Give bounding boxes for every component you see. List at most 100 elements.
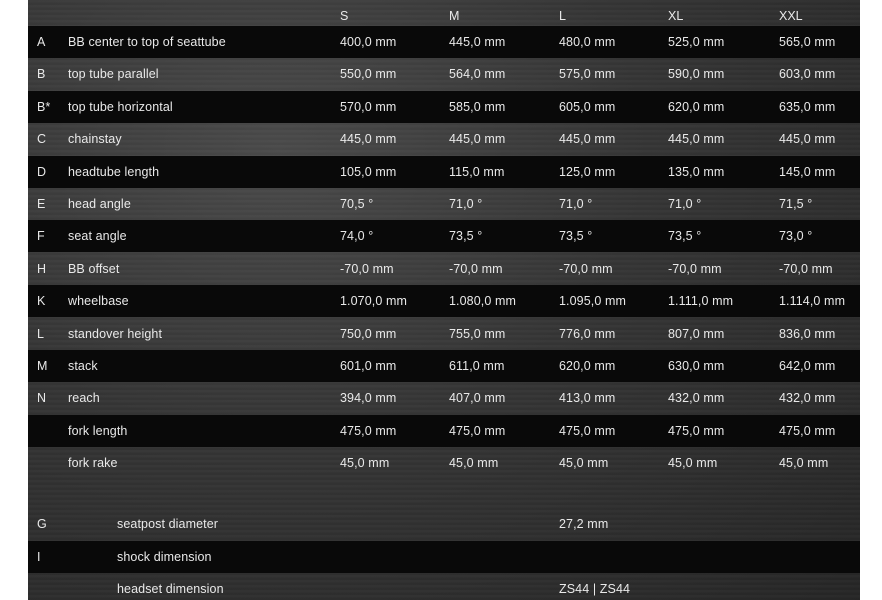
value-m: 564,0 mm (449, 67, 506, 82)
value-l: 125,0 mm (559, 164, 616, 179)
value-m: 45,0 mm (449, 456, 499, 471)
value-m: -70,0 mm (449, 261, 503, 276)
size-header-xl: XL (668, 9, 684, 23)
value-xxl: 445,0 mm (779, 132, 836, 147)
value-s: 601,0 mm (340, 359, 397, 373)
row-code: B* (37, 99, 51, 114)
row-label: head angle (68, 197, 131, 211)
row-label: stack (68, 359, 98, 373)
table-row: Fseat angle 74,0 ° 73,5 ° 73,5 ° 73,5 ° 73,0 … (28, 220, 860, 253)
value-l: 413,0 mm (559, 391, 616, 406)
value-xl: 135,0 mm (668, 164, 725, 179)
value-xl: 71,0 ° (668, 197, 702, 211)
row-code: M (37, 359, 48, 373)
size-header-l: L (559, 9, 566, 23)
row-code: D (37, 164, 47, 179)
value-xl: 475,0 mm (668, 423, 725, 438)
value-xl: 45,0 mm (668, 456, 718, 471)
general-row: Gseatpost diameter 27,2 mm (28, 508, 860, 540)
table-row: Lstandover height 750,0 mm 755,0 mm 776,0 m… (28, 318, 860, 350)
table-row: Cchainstay 445,0 mm 445,0 mm 445,0 mm 445,0 … (28, 123, 860, 155)
value-l: -70,0 mm (559, 261, 613, 276)
row-label: BB center to top of seattube (68, 35, 226, 49)
value-xl: -70,0 mm (668, 261, 722, 276)
row-code: E (37, 197, 46, 211)
value-xxl: 145,0 mm (779, 164, 836, 179)
value-m: 407,0 mm (449, 391, 506, 406)
row-value: 27,2 mm (559, 517, 609, 531)
size-header-xxl: XXL (779, 9, 803, 23)
table-row: Mstack 601,0 mm 611,0 mm 620,0 mm 630,0 mm 64… (28, 350, 860, 382)
general-row: headset dimension ZS44 | ZS44 (28, 573, 860, 600)
row-label: top tube parallel (68, 67, 159, 82)
size-header-m: M (449, 9, 460, 23)
value-s: 45,0 mm (340, 456, 390, 471)
row-code: K (37, 294, 46, 309)
row-label: seatpost diameter (117, 517, 219, 531)
row-label: chainstay (68, 132, 122, 147)
value-s: 1.070,0 mm (340, 294, 408, 309)
value-xl: 590,0 mm (668, 67, 725, 82)
value-l: 45,0 mm (559, 456, 609, 471)
value-xxl: 45,0 mm (779, 456, 829, 471)
geometry-table: S M L XL XXL A BB center to top of seattu… (28, 0, 860, 600)
table-row: A BB center to top of seattube 400,0 mm 445… (28, 26, 860, 58)
row-label: headset dimension (117, 582, 224, 596)
row-label: BB offset (68, 261, 120, 276)
row-code: B (37, 67, 46, 82)
value-m: 1.080,0 mm (449, 294, 517, 309)
value-xxl: -70,0 mm (779, 261, 833, 276)
row-code: H (37, 261, 47, 276)
value-m: 445,0 mm (449, 132, 506, 147)
row-label: fork length (68, 423, 128, 438)
table-row: B* top tube horizontal 570,0 mm 585,0 mm 605… (28, 90, 860, 123)
size-header-row: S M L XL XXL (28, 0, 860, 26)
value-l: 776,0 mm (559, 326, 616, 341)
value-l: 575,0 mm (559, 67, 616, 82)
value-s: 445,0 mm (340, 132, 397, 147)
value-s: 400,0 mm (340, 35, 397, 49)
row-code: I (37, 550, 41, 564)
value-s: 74,0 ° (340, 229, 374, 244)
value-m: 71,0 ° (449, 197, 483, 211)
value-xxl: 73,0 ° (779, 229, 813, 244)
value-xxl: 1.114,0 mm (779, 294, 846, 309)
value-l: 73,5 ° (559, 229, 593, 244)
value-l: 605,0 mm (559, 99, 616, 114)
value-l: 445,0 mm (559, 132, 616, 147)
row-code: L (37, 326, 45, 341)
row-label: headtube length (68, 164, 160, 179)
table-row: fork length 475,0 mm 475,0 mm 475,0 mm 475,0… (28, 414, 860, 447)
table-row: Btop tube parallel 550,0 mm 564,0 mm 575,0 … (28, 58, 860, 90)
value-l: 71,0 ° (559, 197, 593, 211)
value-xxl: 642,0 mm (779, 359, 836, 373)
value-xl: 630,0 mm (668, 359, 725, 373)
value-xxl: 432,0 mm (779, 391, 836, 406)
value-xl: 73,5 ° (668, 229, 702, 244)
row-label: wheelbase (68, 294, 129, 309)
row-label: top tube horizontal (68, 99, 173, 114)
value-xxl: 565,0 mm (779, 35, 836, 49)
value-s: -70,0 mm (340, 261, 394, 276)
value-m: 585,0 mm (449, 99, 506, 114)
value-xxl: 603,0 mm (779, 67, 836, 82)
row-label: fork rake (68, 456, 118, 471)
row-label: shock dimension (117, 550, 212, 564)
value-m: 115,0 mm (449, 164, 505, 179)
value-l: 620,0 mm (559, 359, 616, 373)
value-l: 475,0 mm (559, 423, 616, 438)
row-code: F (37, 229, 45, 244)
value-xxl: 475,0 mm (779, 423, 836, 438)
row-code: A (37, 35, 46, 49)
row-label: seat angle (68, 229, 127, 244)
value-xl: 807,0 mm (668, 326, 725, 341)
value-s: 105,0 mm (340, 164, 397, 179)
value-xxl: 836,0 mm (779, 326, 836, 341)
row-value: ZS44 | ZS44 (559, 582, 631, 596)
row-label: standover height (68, 326, 163, 341)
row-code: C (37, 132, 47, 147)
table-row: Kwheelbase 1.070,0 mm 1.080,0 mm 1.095,0 mm… (28, 285, 860, 318)
table-row: Ehead angle 70,5 ° 71,0 ° 71,0 ° 71,0 ° 71,5 … (28, 188, 860, 220)
row-code: N (37, 391, 47, 406)
value-s: 570,0 mm (340, 99, 397, 114)
